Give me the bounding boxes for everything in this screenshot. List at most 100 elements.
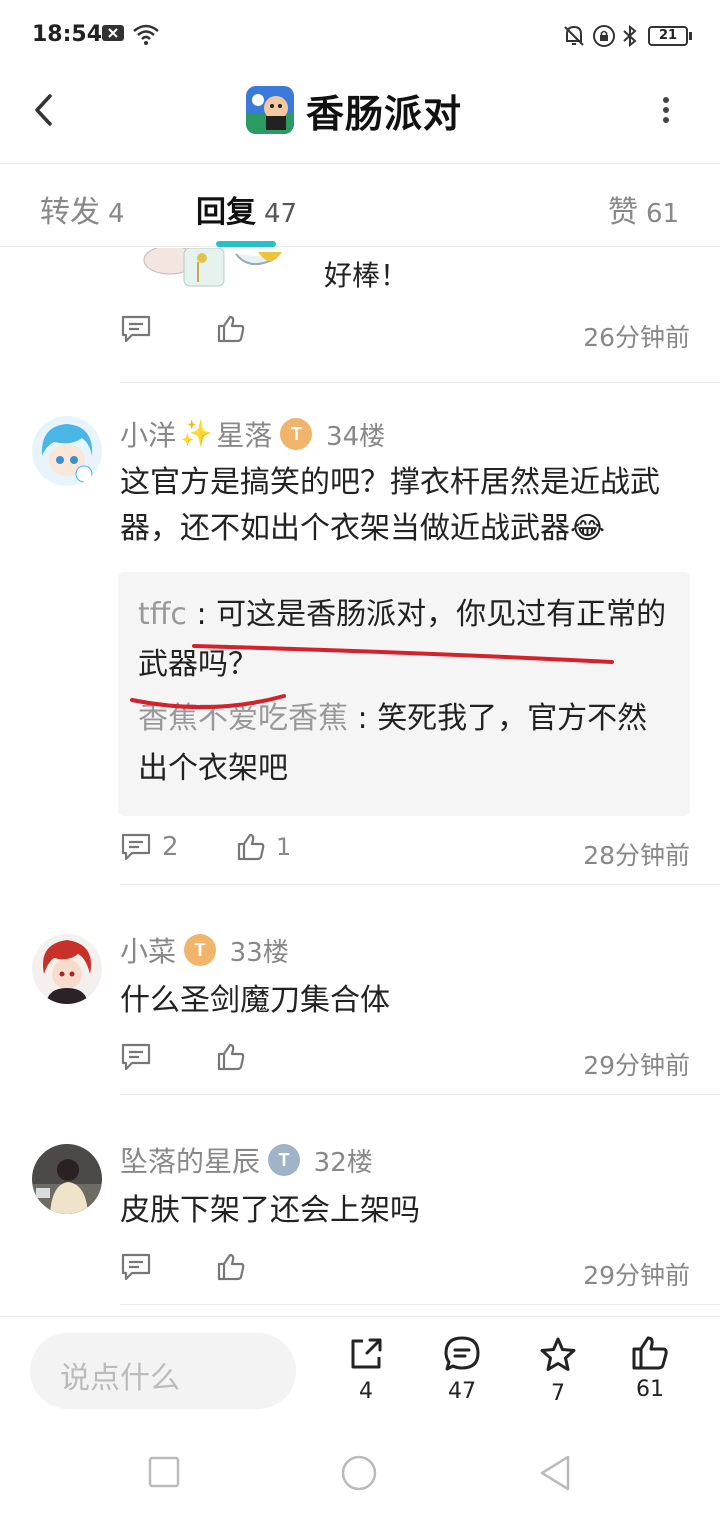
bluetooth-icon (623, 24, 637, 48)
comment-icon (121, 1253, 151, 1281)
comment-icon (121, 315, 151, 343)
username[interactable]: 坠落的星辰 (120, 1140, 260, 1180)
star-icon (540, 1337, 576, 1371)
comments-button[interactable]: 47 (432, 1335, 492, 1404)
thumbs-up-icon (217, 1043, 245, 1071)
tab-count: 61 (646, 199, 680, 229)
tab-replies[interactable]: 回复 47 (196, 187, 297, 231)
level-medal-icon: T (184, 934, 217, 966)
comment-header: 小洋 ✨ 星落 T 5 34楼 (120, 414, 385, 454)
thumbs-up-icon (217, 315, 245, 343)
wifi-icon (133, 24, 159, 45)
like-count: 61 (636, 1377, 664, 1402)
red-underline-annotation (130, 644, 614, 710)
comment-text: 什么圣剑魔刀集合体 (120, 983, 390, 1018)
reply-preview[interactable]: tffc : 可这是香肠派对，你见过有正常的武器吗？ 香蕉不爱吃香蕉 : 笑死我… (118, 572, 690, 816)
comment-time: 29分钟前 (583, 1051, 690, 1080)
comment-text: 皮肤下架了还会上架吗 (120, 1193, 420, 1228)
floor-number: 33楼 (229, 937, 289, 968)
username-suffix[interactable]: 星落 (216, 414, 272, 454)
bottom-action-bar: 说点什么 4 47 7 61 (0, 1316, 720, 1428)
comment-time: 28分钟前 (583, 841, 690, 870)
back-icon[interactable] (538, 1454, 572, 1492)
divider (120, 884, 720, 885)
favorite-button[interactable]: 7 (528, 1335, 588, 1406)
floor-number: 34楼 (326, 421, 386, 452)
divider (120, 1094, 720, 1095)
comment-header: 坠落的星辰 T 1 32楼 (120, 1140, 373, 1180)
comment-text: 这官方是搞笑的吧？撑衣杆居然是近战武器，还不如出个衣架当做近战武器😂 (120, 465, 660, 546)
divider (120, 1304, 720, 1305)
share-icon (351, 1338, 382, 1369)
sticker-image (143, 248, 282, 287)
divider (120, 382, 720, 383)
battery-icon: 21 (648, 26, 688, 46)
avatar[interactable] (32, 934, 102, 1004)
system-nav-bar (0, 1428, 720, 1520)
comment-icon (121, 833, 151, 861)
favorite-count: 7 (551, 1381, 565, 1406)
status-time: 18:54 (32, 22, 103, 47)
thumbs-up-icon (632, 1336, 668, 1370)
back-arrow-icon[interactable] (26, 90, 66, 130)
tab-label: 赞 (608, 195, 638, 230)
share-button[interactable]: 4 (336, 1335, 396, 1404)
battery-level: 21 (658, 28, 678, 43)
tab-count: 47 (264, 199, 298, 229)
avatar[interactable] (32, 1144, 102, 1214)
comment-time: 29分钟前 (583, 1261, 690, 1290)
level-medal-icon: T (268, 1144, 301, 1176)
comment-header: 小菜 T 4 33楼 (120, 930, 289, 970)
comment-actions: 29分钟前 (120, 1252, 690, 1292)
header: 香肠派对 (0, 76, 720, 164)
tab-label: 转发 (40, 195, 100, 230)
tab-label: 回复 (196, 195, 256, 230)
recent-apps-icon[interactable] (148, 1456, 180, 1488)
comment-icon (121, 1043, 151, 1071)
like-post-button[interactable]: 61 (620, 1335, 680, 1402)
app-logo-icon (246, 86, 294, 134)
comment-input[interactable]: 说点什么 (30, 1333, 296, 1409)
username[interactable]: 小菜 (120, 930, 176, 970)
comment-bubble-icon (444, 1336, 480, 1371)
reply-button[interactable] (120, 314, 162, 344)
share-count: 4 (359, 1379, 373, 1404)
active-tab-indicator (216, 241, 276, 247)
like-button[interactable]: 1 (236, 832, 291, 862)
comment-count: 47 (448, 1379, 476, 1404)
thumbs-up-icon (237, 833, 265, 861)
reply-button[interactable] (120, 1252, 162, 1282)
comment-actions: 2 1 28分钟前 (120, 832, 690, 872)
level-medal-icon: T (280, 418, 313, 450)
more-options-icon[interactable] (656, 92, 676, 128)
sparkles-icon: ✨ (180, 419, 213, 449)
comment-text: 好棒！ (324, 259, 409, 292)
avatar[interactable] (32, 416, 102, 486)
tab-likes[interactable]: 赞 61 (608, 187, 679, 231)
notification-x-icon (102, 25, 124, 41)
comment-actions: 29分钟前 (120, 1042, 690, 1082)
title-group[interactable]: 香肠派对 (246, 84, 462, 136)
like-count: 1 (276, 833, 292, 861)
lock-rotation-icon (593, 25, 615, 47)
page-title: 香肠派对 (306, 91, 463, 136)
tab-bar: 转发 4 回复 47 赞 61 (0, 165, 720, 247)
battery-tip (689, 32, 692, 40)
tab-count: 4 (108, 199, 125, 229)
reply-item: tffc : 可这是香肠派对，你见过有正常的武器吗？ (130, 590, 670, 710)
tab-reposts[interactable]: 转发 4 (40, 187, 125, 231)
like-button[interactable] (216, 314, 256, 344)
reply-button[interactable] (120, 1042, 162, 1072)
home-icon[interactable] (340, 1454, 378, 1492)
thumbs-up-icon (217, 1253, 245, 1281)
like-button[interactable] (216, 1252, 256, 1282)
like-button[interactable] (216, 1042, 256, 1072)
comment-time: 26分钟前 (583, 323, 690, 352)
comment-input-placeholder: 说点什么 (60, 1361, 180, 1396)
username[interactable]: 小洋 (120, 414, 176, 454)
mute-bell-icon (564, 25, 584, 46)
comment-feed[interactable]: 好棒！ 26分钟前 小洋 ✨ 星落 T 34楼 这官方是搞笑的吧？撑衣杆居然是近… (0, 248, 720, 1316)
reply-count: 2 (162, 832, 179, 862)
reply-button[interactable]: 2 (120, 832, 179, 862)
status-bar: 18:54 21 (0, 0, 720, 76)
